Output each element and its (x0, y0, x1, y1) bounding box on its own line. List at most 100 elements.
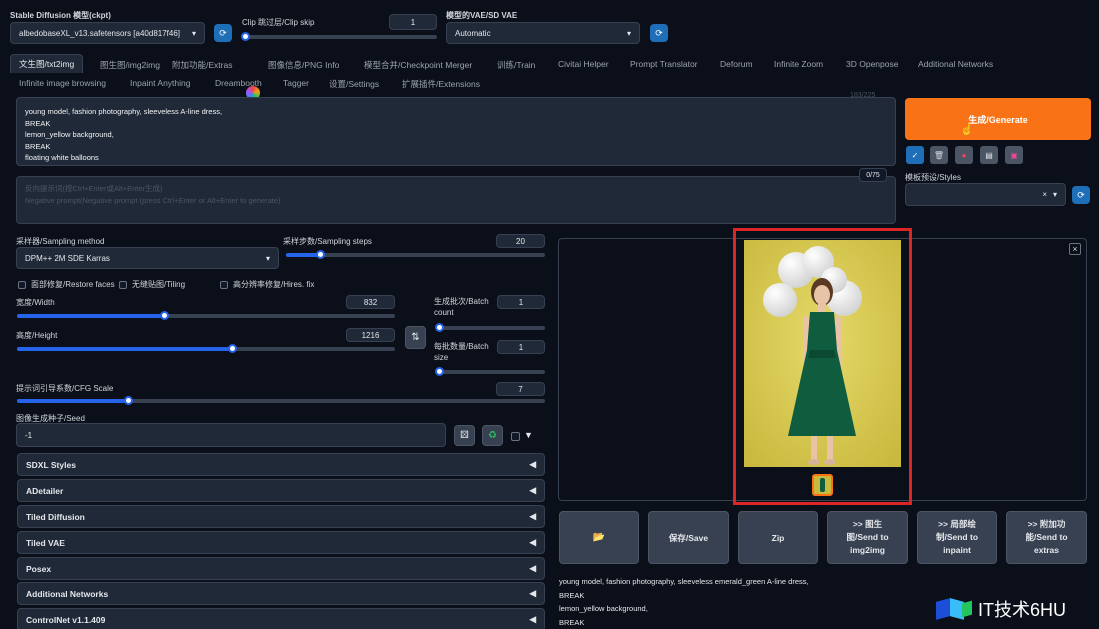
tab-deforum[interactable]: Deforum (720, 59, 753, 69)
clipboard-icon[interactable]: ▤ (980, 146, 998, 164)
clear-icon[interactable]: × (1042, 190, 1047, 199)
styles-select[interactable]: × ▾ (905, 183, 1066, 206)
height-input[interactable]: 1216 (346, 328, 395, 342)
dropdown-arrow-icon: ▾ (265, 253, 270, 263)
trash-icon[interactable]: 🗑 (930, 146, 948, 164)
accordion-adetailer[interactable]: ADetailer ◀ (17, 479, 545, 502)
negative-prompt-textarea[interactable]: 反向提示词(按Ctrl+Enter或Alt+Enter生成) Negative … (16, 176, 896, 224)
sampling-steps-slider[interactable] (286, 250, 545, 259)
accordion-tiled-diffusion[interactable]: Tiled Diffusion ◀ (17, 505, 545, 528)
tab-additional-networks[interactable]: Additional Networks (918, 59, 993, 69)
sampling-method-value: DPM++ 2M SDE Karras (25, 253, 110, 263)
tab-train[interactable]: 训练/Train (497, 59, 535, 71)
cfg-scale-slider[interactable] (17, 396, 545, 405)
width-slider[interactable] (17, 311, 395, 320)
refresh-ckpt-icon[interactable]: ⟳ (214, 24, 232, 42)
sampling-steps-input[interactable]: 20 (496, 234, 545, 248)
refresh-styles-icon[interactable]: ⟳ (1072, 186, 1090, 204)
checkbox-box[interactable] (220, 280, 228, 289)
tab-txt2img[interactable]: 文生图/txt2img (10, 54, 84, 73)
image-thumbnail[interactable] (812, 474, 833, 496)
hires-fix-checkbox[interactable]: 高分辨率修复/Hires. fix (220, 279, 314, 290)
tiling-checkbox[interactable]: 无缝贴图/Tiling (119, 279, 185, 290)
watermark: IT技术6HU (936, 596, 1066, 622)
swap-dimensions-button[interactable]: ⇅ (405, 326, 426, 349)
tab-inpaint-anything[interactable]: Inpaint Anything (130, 78, 191, 88)
zip-button[interactable]: Zip (738, 511, 818, 564)
dropdown-arrow-icon: ▾ (1052, 190, 1057, 199)
tab-infinite-image-browsing[interactable]: Infinite image browsing (19, 78, 106, 88)
seed-input[interactable]: -1 (16, 423, 446, 447)
ckpt-value: albedobaseXL_v13.safetensors [a40d817f46… (19, 28, 181, 38)
extra-seed-checkbox[interactable] (511, 432, 520, 441)
accordion-controlnet[interactable]: ControlNet v1.1.409 ◀ (17, 608, 545, 629)
watermark-logo-icon (936, 596, 974, 622)
generate-button[interactable]: 生成/Generate (905, 98, 1091, 140)
refresh-vae-icon[interactable]: ⟳ (650, 24, 668, 42)
tab-png-info[interactable]: 图像信息/PNG Info (268, 59, 339, 71)
accordion-posex[interactable]: Posex ◀ (17, 557, 545, 580)
tab-settings[interactable]: 设置/Settings (329, 78, 379, 90)
dropdown-arrow-icon: ▾ (191, 28, 196, 38)
tab-checkpoint-merger[interactable]: 模型合并/Checkpoint Merger (364, 59, 472, 71)
tab-tagger[interactable]: Tagger (283, 78, 309, 88)
tab-infinite-zoom[interactable]: Infinite Zoom (774, 59, 823, 69)
tab-img2img[interactable]: 图生图/img2img (100, 59, 160, 71)
ckpt-select[interactable]: albedobaseXL_v13.safetensors [a40d817f46… (10, 22, 205, 44)
sampling-method-select[interactable]: DPM++ 2M SDE Karras ▾ (16, 247, 279, 269)
collapse-arrow-icon: ◀ (529, 485, 536, 495)
restore-faces-checkbox[interactable]: 面部修复/Restore faces (18, 279, 115, 290)
save-icon[interactable]: ▣ (1005, 146, 1023, 164)
batch-count-input[interactable]: 1 (497, 295, 545, 309)
tab-prompt-translator[interactable]: Prompt Translator (630, 59, 698, 69)
tiling-label: 无缝贴图/Tiling (132, 280, 186, 289)
prompt-textarea[interactable]: young model, fashion photography, sleeve… (16, 97, 896, 166)
generated-image[interactable] (744, 240, 901, 467)
tab-3d-openpose[interactable]: 3D Openpose (846, 59, 898, 69)
batch-size-slider[interactable] (435, 367, 545, 376)
tab-civitai-helper[interactable]: Civitai Helper (558, 59, 609, 69)
height-slider[interactable] (17, 344, 395, 353)
accordion-label: SDXL Styles (26, 459, 76, 470)
send-to-extras-button[interactable]: >> 附加功能/Send to extras (1006, 511, 1087, 564)
tab-extras[interactable]: 附加功能/Extras (172, 59, 232, 71)
collapse-arrow-icon: ◀ (529, 537, 536, 547)
clip-skip-input[interactable]: 1 (389, 14, 437, 30)
vae-select[interactable]: Automatic ▾ (446, 22, 640, 44)
height-label: 高度/Height (16, 331, 58, 340)
recycle-seed-icon[interactable]: ♻ (482, 425, 503, 446)
extra-seed-toggle-icon[interactable]: ▼ (524, 430, 533, 440)
restore-faces-label: 面部修复/Restore faces (31, 280, 115, 289)
sampling-method-label: 采样器/Sampling method (16, 237, 105, 246)
accordion-sdxl-styles[interactable]: SDXL Styles ◀ (17, 453, 545, 476)
width-input[interactable]: 832 (346, 295, 395, 309)
generation-info: young model, fashion photography, sleeve… (559, 575, 809, 629)
vae-value: Automatic (455, 28, 491, 38)
accordion-additional-networks[interactable]: Additional Networks ◀ (17, 582, 545, 605)
checkbox-box[interactable] (119, 280, 127, 289)
open-folder-button[interactable]: 📂 (559, 511, 639, 564)
checkbox-box[interactable] (18, 280, 26, 289)
collapse-arrow-icon: ◀ (529, 563, 536, 573)
accordion-tiled-vae[interactable]: Tiled VAE ◀ (17, 531, 545, 554)
dice-random-icon[interactable]: ⚄ (454, 425, 475, 446)
generated-image-art (744, 240, 901, 467)
prompt-token-counter: 183/225 (850, 92, 876, 99)
send-to-img2img-button[interactable]: >> 图生图/Send to img2img (827, 511, 908, 564)
batch-size-input[interactable]: 1 (497, 340, 545, 354)
dropdown-arrow-icon: ▾ (626, 28, 631, 38)
batch-count-slider[interactable] (435, 323, 545, 332)
info-line: lemon_yellow background, (559, 604, 648, 613)
close-icon[interactable]: × (1069, 243, 1081, 255)
watermark-text: IT技术6HU (978, 600, 1067, 620)
check-icon[interactable]: ✓ (906, 146, 924, 164)
clip-skip-slider[interactable] (241, 32, 437, 41)
accordion-label: ControlNet v1.1.409 (26, 614, 106, 625)
tab-extensions[interactable]: 扩展插件/Extensions (402, 78, 480, 90)
accordion-label: Tiled VAE (26, 537, 65, 548)
save-button[interactable]: 保存/Save (648, 511, 729, 564)
send-to-inpaint-button[interactable]: >> 局部绘制/Send to inpaint (917, 511, 997, 564)
red-dot-icon[interactable]: ● (955, 146, 973, 164)
clip-skip-label: Clip 跳过层/Clip skip (242, 18, 315, 27)
cfg-scale-input[interactable]: 7 (496, 382, 545, 396)
